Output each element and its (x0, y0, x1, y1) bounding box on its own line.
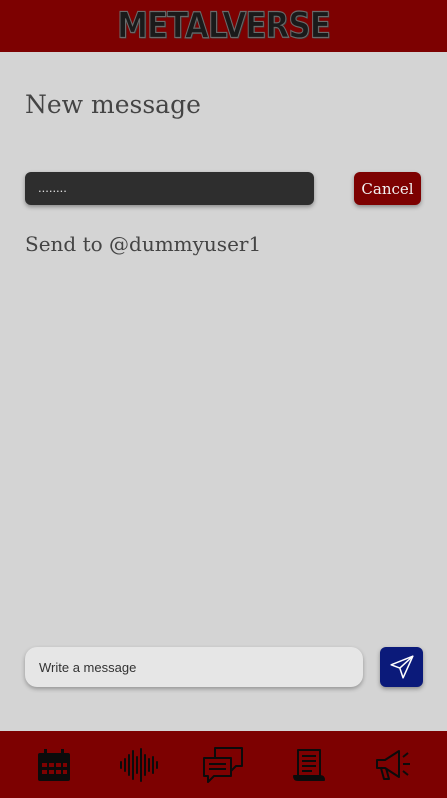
page-title: New message (25, 90, 201, 119)
nav-calendar[interactable] (32, 743, 76, 787)
app-header: METALVERSE (0, 0, 447, 52)
send-button[interactable] (380, 647, 423, 687)
nav-documents[interactable] (286, 743, 330, 787)
nav-audio[interactable] (117, 743, 161, 787)
scroll-document-icon (293, 748, 326, 781)
send-to-label: Send to @dummyuser1 (25, 232, 262, 256)
bottom-nav (0, 731, 447, 798)
chat-bubbles-icon (203, 746, 244, 783)
nav-announcements[interactable] (371, 743, 415, 787)
cancel-button[interactable]: Cancel (354, 172, 421, 205)
recipient-search-input[interactable]: ........ (25, 172, 314, 205)
megaphone-icon (375, 749, 410, 780)
sound-wave-icon (119, 747, 158, 782)
metalverse-logo[interactable]: METALVERSE (117, 5, 332, 48)
paper-plane-icon (389, 655, 414, 679)
message-input[interactable]: Write a message (25, 647, 363, 687)
nav-messages[interactable] (201, 743, 245, 787)
calendar-icon (38, 748, 71, 781)
